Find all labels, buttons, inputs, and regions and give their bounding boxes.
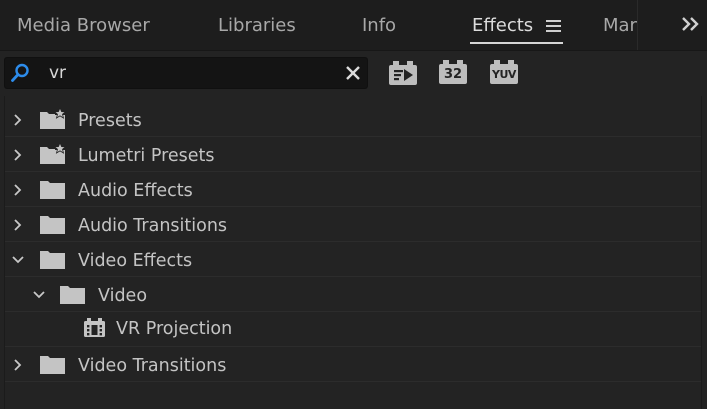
- panel-tab-bar: Media Browser Libraries Info Effects Mar…: [0, 0, 707, 51]
- search-input[interactable]: [49, 62, 329, 84]
- 32-bit-label: 32: [439, 64, 467, 84]
- chevron-right-icon[interactable]: [11, 182, 25, 196]
- tab-info[interactable]: Info: [362, 14, 396, 38]
- folder-star-icon: [39, 142, 67, 165]
- folder-icon: [39, 178, 65, 200]
- tree-item-video-effects[interactable]: Video Effects: [5, 242, 701, 277]
- folder-star-icon: [39, 107, 67, 130]
- tab-divider: [637, 0, 638, 50]
- hamburger-menu-icon[interactable]: [545, 19, 563, 33]
- folder-icon: [39, 248, 65, 270]
- folder-icon: [39, 213, 65, 235]
- tree-item-label: Video: [98, 286, 148, 306]
- chevron-down-icon[interactable]: [11, 252, 25, 266]
- double-chevron-right-icon[interactable]: [680, 14, 702, 34]
- tree-item-label: Lumetri Presets: [78, 146, 215, 166]
- tree-item-label: Audio Transitions: [78, 216, 228, 236]
- tree-item-label: VR Projection: [116, 319, 233, 339]
- tree-item-label: Video Effects: [78, 251, 193, 271]
- tab-media-browser[interactable]: Media Browser: [17, 14, 150, 38]
- folder-icon: [59, 283, 85, 305]
- magnifier-icon: [9, 62, 31, 84]
- yuv-label: YUV: [490, 64, 518, 84]
- chevron-right-icon[interactable]: [11, 217, 25, 231]
- active-tab-underline: [470, 42, 563, 44]
- tree-item-label: Presets: [78, 111, 142, 131]
- search-field[interactable]: [4, 57, 368, 89]
- tree-item-vr-projection[interactable]: VR Projection: [5, 312, 701, 347]
- tree-item-presets[interactable]: Presets: [5, 102, 701, 137]
- folder-icon: [39, 353, 65, 375]
- tab-effects[interactable]: Effects: [472, 14, 533, 38]
- chevron-right-icon[interactable]: [11, 147, 25, 161]
- accelerated-effects-button[interactable]: [388, 60, 418, 86]
- tree-item-label: Audio Effects: [78, 181, 193, 201]
- yuv-effects-button[interactable]: YUV: [489, 60, 519, 86]
- close-icon[interactable]: [345, 65, 361, 81]
- tree-item-lumetri-presets[interactable]: Lumetri Presets: [5, 137, 701, 172]
- tree-item-video[interactable]: Video: [5, 277, 701, 312]
- chevron-right-icon[interactable]: [11, 357, 25, 371]
- tab-libraries[interactable]: Libraries: [218, 14, 296, 38]
- tree-item-video-transitions[interactable]: Video Transitions: [5, 347, 701, 382]
- tree-item-audio-effects[interactable]: Audio Effects: [5, 172, 701, 207]
- accelerated-effects-icon: [389, 61, 417, 85]
- chevron-right-icon[interactable]: [11, 112, 25, 126]
- film-effect-icon: [83, 317, 109, 339]
- effects-tree: Presets Lumetri Presets Audio Effects Au…: [4, 96, 702, 409]
- tab-markers[interactable]: Marl: [603, 14, 637, 38]
- tree-item-audio-transitions[interactable]: Audio Transitions: [5, 207, 701, 242]
- 32-bit-color-button[interactable]: 32: [438, 60, 468, 86]
- chevron-down-icon[interactable]: [32, 287, 46, 301]
- tree-item-label: Video Transitions: [78, 356, 227, 376]
